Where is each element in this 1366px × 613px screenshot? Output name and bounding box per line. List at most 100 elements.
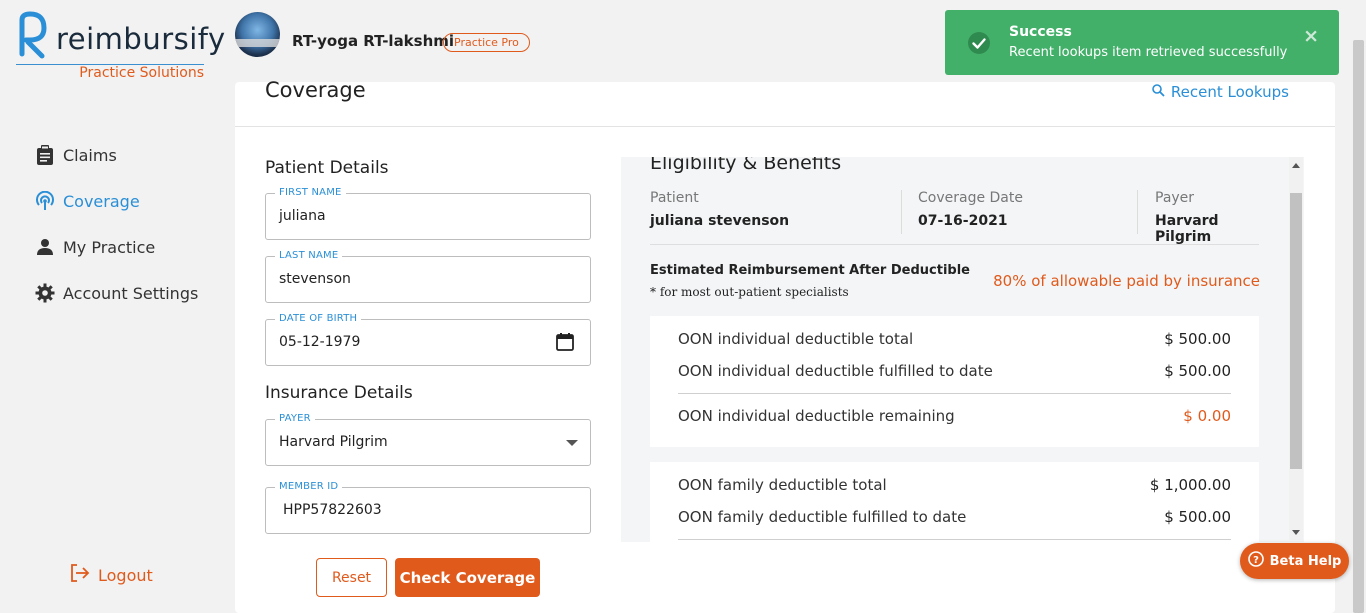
brand-name: reimbursify xyxy=(56,22,226,56)
estimated-reimbursement-note: * for most out-patient specialists xyxy=(650,285,849,299)
scroll-up-icon[interactable] xyxy=(1292,163,1300,168)
coverage-date-info: Coverage Date 07-16-2021 xyxy=(918,190,1023,229)
scroll-down-icon[interactable] xyxy=(1292,530,1300,535)
check-circle-icon xyxy=(967,31,991,59)
info-divider xyxy=(1137,190,1138,234)
patient-details-title: Patient Details xyxy=(265,158,389,178)
coverage-date-value: 07-16-2021 xyxy=(918,213,1008,229)
eligibility-title: Eligibility & Benefits xyxy=(650,157,842,174)
family-fulfilled-label: OON family deductible fulfilled to date xyxy=(678,508,967,526)
payer-label: PAYER xyxy=(275,413,315,424)
gear-icon xyxy=(34,282,56,304)
beta-help-label: Beta Help xyxy=(1269,553,1342,569)
recent-lookups-link[interactable]: Recent Lookups xyxy=(1152,83,1289,101)
check-coverage-button[interactable]: Check Coverage xyxy=(395,558,540,597)
estimated-reimbursement-title: Estimated Reimbursement After Deductible xyxy=(650,263,970,278)
sidebar-item-label: Account Settings xyxy=(63,283,199,303)
sidebar-item-label: My Practice xyxy=(63,237,156,257)
clipboard-icon xyxy=(34,144,56,166)
svg-text:?: ? xyxy=(1253,555,1259,566)
last-name-field[interactable]: LAST NAME stevenson xyxy=(265,250,591,303)
dob-label: DATE OF BIRTH xyxy=(275,313,362,324)
member-id-label: MEMBER ID xyxy=(275,481,343,492)
help-circle-icon: ? xyxy=(1247,551,1264,571)
insurance-details-title: Insurance Details xyxy=(265,383,413,403)
dob-value: 05-12-1979 xyxy=(279,334,361,350)
recent-lookups-label: Recent Lookups xyxy=(1170,83,1289,101)
toast-title: Success xyxy=(1009,24,1072,40)
reset-button[interactable]: Reset xyxy=(316,558,387,597)
payer-info: Payer Harvard Pilgrim xyxy=(1155,190,1259,245)
member-id-field[interactable]: MEMBER ID HPP57822603 xyxy=(265,481,591,534)
eligibility-panel: Eligibility & Benefits Patient juliana s… xyxy=(621,157,1304,542)
logout-icon xyxy=(70,564,90,586)
payer-value: Harvard Pilgrim xyxy=(279,434,388,450)
individual-total-row: OON individual deductible total $ 500.00 xyxy=(678,330,1231,348)
individual-fulfilled-label: OON individual deductible fulfilled to d… xyxy=(678,362,993,380)
patient-value: juliana stevenson xyxy=(650,213,790,229)
sidebar-item-my-practice[interactable]: My Practice xyxy=(34,224,198,270)
coverage-date-key: Coverage Date xyxy=(918,190,1023,206)
brand-logo[interactable]: reimbursify Practice Solutions xyxy=(14,8,225,83)
scrollbar-thumb[interactable] xyxy=(1290,193,1302,469)
individual-remaining-row: OON individual deductible remaining $ 0.… xyxy=(678,407,1231,425)
individual-remaining-value: $ 0.00 xyxy=(1183,407,1231,425)
member-id-value: HPP57822603 xyxy=(283,502,382,518)
sidebar-item-label: Coverage xyxy=(63,191,140,211)
sidebar-item-coverage[interactable]: Coverage xyxy=(34,178,198,224)
search-icon xyxy=(1152,83,1165,101)
family-total-row: OON family deductible total $ 1,000.00 xyxy=(678,476,1231,494)
person-icon xyxy=(34,236,56,258)
individual-total-label: OON individual deductible total xyxy=(678,330,914,348)
page-scrollbar[interactable] xyxy=(1351,40,1366,613)
chevron-down-icon xyxy=(566,440,578,446)
deductible-divider xyxy=(678,393,1231,394)
user-name: RT-yoga RT-lakshmi xyxy=(292,32,455,50)
family-deductible-box: OON family deductible total $ 1,000.00 O… xyxy=(650,462,1259,542)
individual-fulfilled-value: $ 500.00 xyxy=(1164,362,1231,380)
family-fulfilled-row: OON family deductible fulfilled to date … xyxy=(678,508,1231,526)
first-name-field[interactable]: FIRST NAME juliana xyxy=(265,187,591,240)
panel-scrollbar[interactable] xyxy=(1289,157,1303,540)
first-name-value: juliana xyxy=(279,208,326,224)
info-divider xyxy=(901,190,902,234)
close-icon[interactable]: × xyxy=(1303,25,1319,47)
beta-help-button[interactable]: ? Beta Help xyxy=(1240,543,1349,579)
avatar[interactable] xyxy=(235,12,280,57)
brand-subtitle: Practice Solutions xyxy=(79,65,204,81)
deductible-divider xyxy=(678,539,1231,540)
toast-message: Recent lookups item retrieved successful… xyxy=(1009,45,1288,60)
header-divider xyxy=(235,126,1335,127)
patient-key: Patient xyxy=(650,190,699,206)
payer-select[interactable]: PAYER Harvard Pilgrim xyxy=(265,413,591,466)
family-total-label: OON family deductible total xyxy=(678,476,887,494)
individual-fulfilled-row: OON individual deductible fulfilled to d… xyxy=(678,362,1231,380)
payer-info-value: Harvard Pilgrim xyxy=(1155,213,1219,245)
first-name-label: FIRST NAME xyxy=(275,187,346,198)
sidebar-item-label: Claims xyxy=(63,145,117,165)
page-scrollbar-thumb[interactable] xyxy=(1353,40,1364,613)
family-fulfilled-value: $ 500.00 xyxy=(1164,508,1231,526)
logout-button[interactable]: Logout xyxy=(70,564,153,586)
page-title: Coverage xyxy=(265,78,366,102)
plan-badge: Practice Pro xyxy=(443,33,530,52)
sidebar-item-claims[interactable]: Claims xyxy=(34,132,198,178)
calendar-icon[interactable] xyxy=(556,333,574,355)
logout-label: Logout xyxy=(98,565,153,585)
payer-key: Payer xyxy=(1155,190,1195,206)
individual-deductible-box: OON individual deductible total $ 500.00… xyxy=(650,316,1259,447)
last-name-label: LAST NAME xyxy=(275,250,343,261)
coverage-card: Coverage Recent Lookups Patient Details … xyxy=(235,78,1335,613)
patient-info: Patient juliana stevenson xyxy=(650,190,789,229)
sidebar-nav: Claims Coverage My Practice Account Sett… xyxy=(34,132,198,316)
estimated-reimbursement-percent: 80% of allowable paid by insurance xyxy=(993,272,1260,290)
last-name-value: stevenson xyxy=(279,271,351,287)
dob-field[interactable]: DATE OF BIRTH 05-12-1979 xyxy=(265,313,591,366)
signal-icon xyxy=(34,190,56,212)
reimbursify-logo-icon xyxy=(19,11,47,59)
success-toast: Success Recent lookups item retrieved su… xyxy=(945,10,1339,75)
family-total-value: $ 1,000.00 xyxy=(1149,476,1231,494)
eligibility-summary: Patient juliana stevenson Coverage Date … xyxy=(650,190,1259,245)
sidebar: reimbursify Practice Solutions Claims Co… xyxy=(0,0,235,613)
sidebar-item-account-settings[interactable]: Account Settings xyxy=(34,270,198,316)
